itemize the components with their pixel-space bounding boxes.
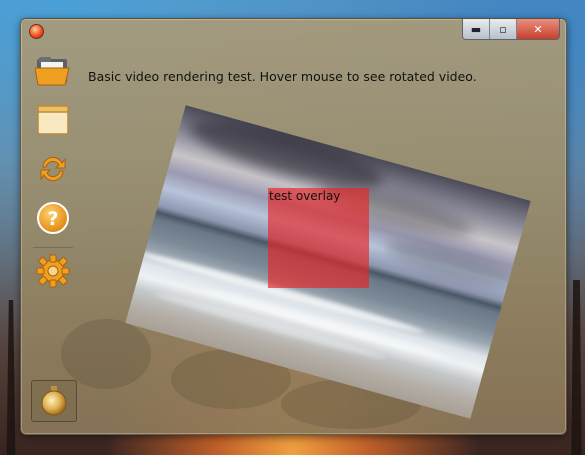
folder-open-icon [35, 57, 70, 86]
settings-button[interactable] [33, 251, 73, 291]
desktop-palm-left [6, 300, 16, 455]
close-button[interactable]: ✕ [516, 19, 559, 39]
maximize-button[interactable]: ▫ [489, 19, 516, 39]
video-surf [195, 283, 450, 363]
refresh-icon [40, 156, 66, 182]
sidebar: ? [33, 51, 77, 300]
help-icon: ? [37, 202, 69, 234]
help-glyph: ? [47, 208, 58, 230]
window-controls: ▬ ▫ ✕ [462, 19, 560, 40]
window-bg-decoration [61, 319, 151, 389]
window-icon [37, 105, 69, 135]
refresh-button[interactable] [33, 149, 73, 189]
gear-icon [36, 254, 70, 288]
app-menu-orb[interactable] [29, 24, 44, 39]
sidebar-separator [33, 247, 73, 248]
window-button[interactable] [33, 100, 73, 140]
instruction-text: Basic video rendering test. Hover mouse … [88, 69, 477, 84]
minimize-icon: ▬ [470, 22, 482, 36]
desktop-palm-right [571, 280, 582, 455]
minimize-button[interactable]: ▬ [463, 19, 489, 39]
help-button[interactable]: ? [33, 198, 73, 238]
app-window: ▬ ▫ ✕ ? Basic video rendering test. Hove… [20, 18, 567, 435]
open-button[interactable] [33, 51, 73, 91]
test-overlay-box [268, 188, 369, 288]
video-cloud [381, 234, 524, 296]
test-overlay-label: test overlay [269, 189, 341, 203]
maximize-icon: ▫ [499, 22, 507, 36]
bottom-action-button[interactable] [31, 380, 77, 422]
orb-icon [41, 386, 67, 416]
close-icon: ✕ [533, 22, 543, 36]
